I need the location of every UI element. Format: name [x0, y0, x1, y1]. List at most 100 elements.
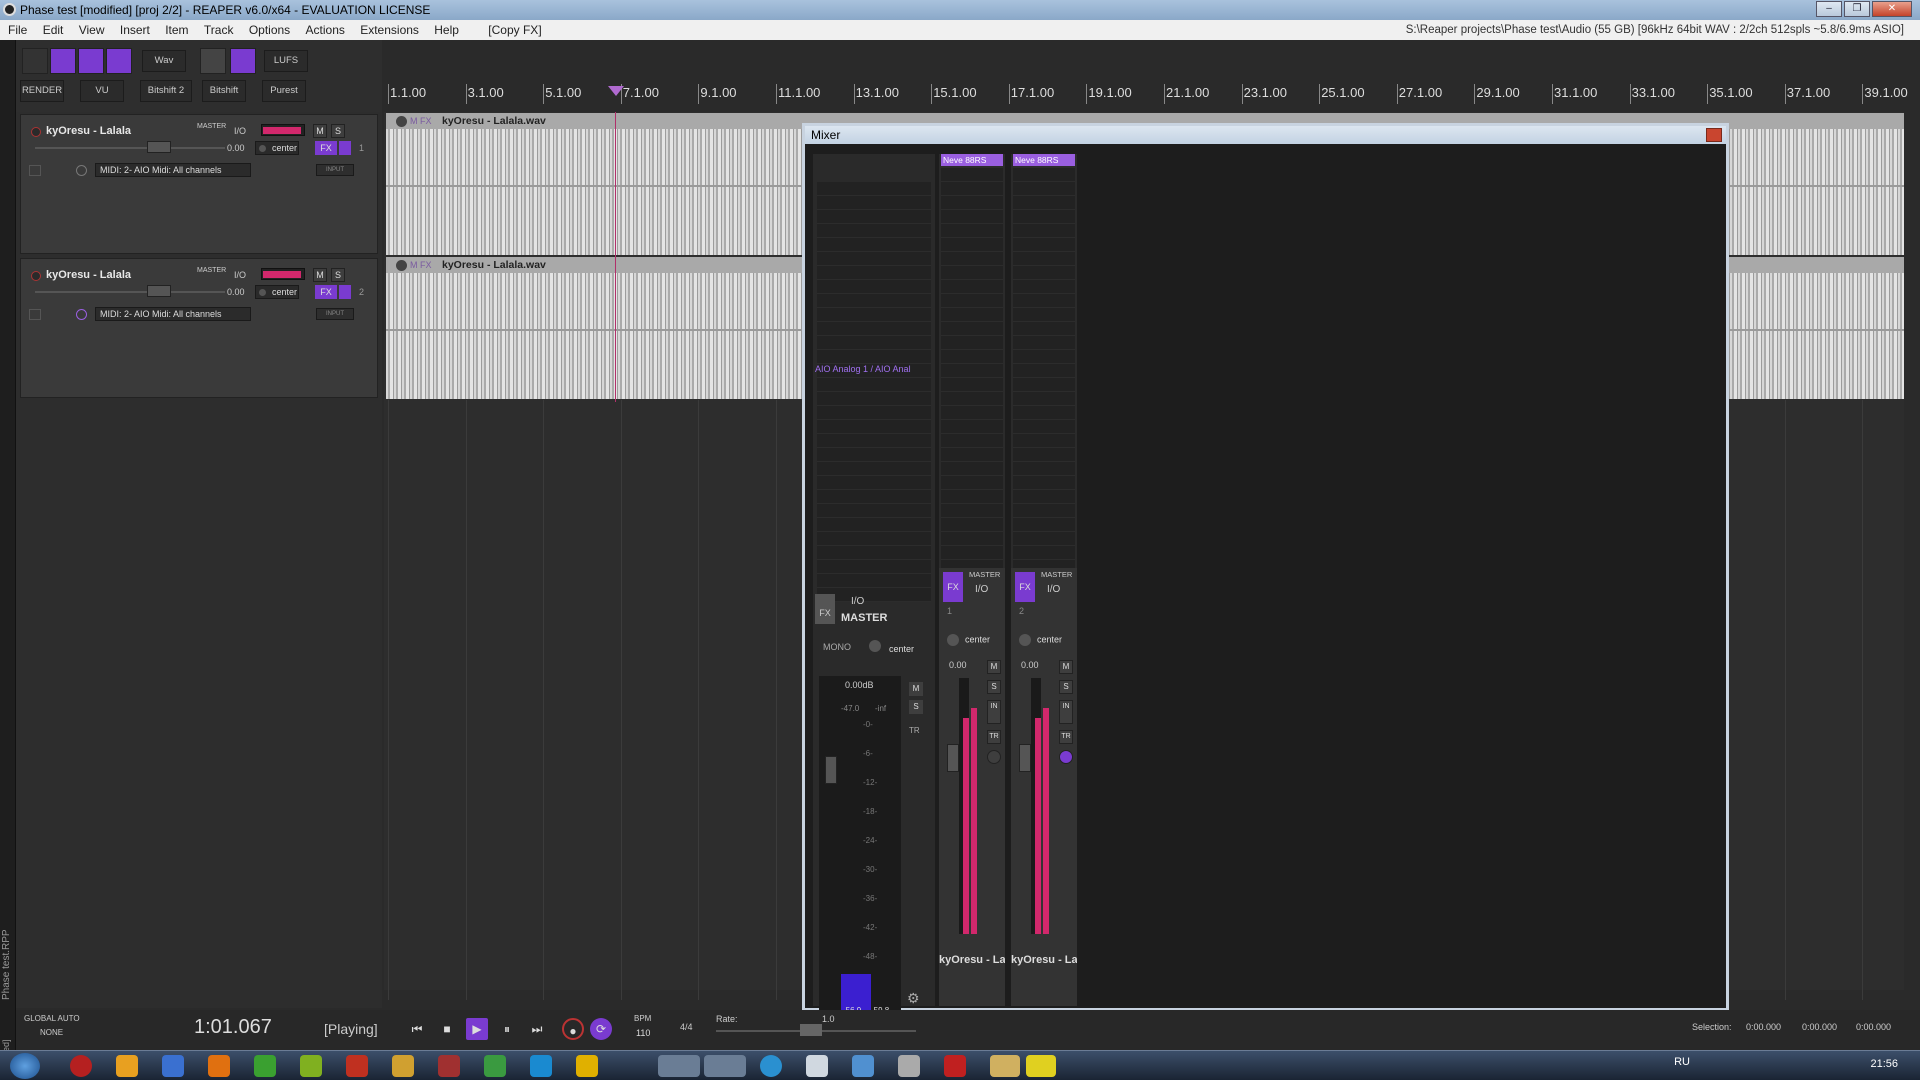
pan-knob[interactable]	[947, 634, 959, 646]
mute-button[interactable]: M	[313, 268, 327, 282]
channel-in-button[interactable]: IN	[1059, 700, 1073, 724]
mixer-title[interactable]: Mixer	[805, 126, 1726, 144]
app-icon-6[interactable]	[300, 1055, 322, 1077]
clock[interactable]: 21:56	[1870, 1058, 1898, 1070]
fx-power-icon[interactable]	[339, 285, 351, 299]
render-button[interactable]: RENDER	[20, 80, 64, 102]
stop-icon[interactable]: ■	[436, 1018, 458, 1040]
chrome-icon[interactable]	[658, 1055, 700, 1077]
mute-button[interactable]: M	[313, 124, 327, 138]
master-send-label[interactable]: MASTER	[197, 267, 226, 274]
channel-mute-button[interactable]: M	[1059, 660, 1073, 674]
track-1-header[interactable]: kyOresu - Lalala MASTER I/O M S 0.00 cen…	[20, 114, 378, 254]
grid-icon[interactable]	[22, 48, 48, 74]
fx-power-icon[interactable]	[339, 141, 351, 155]
input-button[interactable]: INPUT	[316, 308, 354, 320]
mixer-settings-icon[interactable]: ⚙	[907, 990, 925, 1008]
channel-in-button[interactable]: IN	[987, 700, 1001, 724]
channel-io-button[interactable]: I/O	[1047, 584, 1060, 595]
channel-solo-button[interactable]: S	[1059, 680, 1073, 694]
wav-button[interactable]: Wav	[142, 50, 186, 72]
color-icon[interactable]	[230, 48, 256, 74]
bitshift-button[interactable]: Bitshift	[202, 80, 246, 102]
language-indicator[interactable]: RU	[1674, 1056, 1690, 1068]
skype-icon[interactable]	[530, 1055, 552, 1077]
app-icon-2[interactable]	[116, 1055, 138, 1077]
channel-phase-icon[interactable]	[1059, 750, 1073, 764]
channel-fx-button[interactable]: FX	[1015, 572, 1035, 602]
menu-help[interactable]: Help	[434, 23, 459, 37]
repeat-icon[interactable]: ⟳	[590, 1018, 612, 1040]
menu-copy-fx[interactable]: [Copy FX]	[488, 23, 541, 37]
restore-button[interactable]: ❐	[1844, 1, 1870, 17]
channel-mute-button[interactable]: M	[987, 660, 1001, 674]
explorer-icon[interactable]	[990, 1055, 1020, 1077]
io-button[interactable]: I/O	[234, 270, 246, 280]
app-icon-3[interactable]	[162, 1055, 184, 1077]
channel-phase-icon[interactable]	[987, 750, 1001, 764]
volume-fader[interactable]	[35, 291, 225, 293]
channel-fx-slots[interactable]	[941, 168, 1003, 568]
telegram-icon[interactable]	[760, 1055, 782, 1077]
channel-pan[interactable]: center	[947, 634, 990, 646]
menu-view[interactable]: View	[79, 23, 105, 37]
automation-icon[interactable]	[29, 309, 41, 320]
channel-fx-button[interactable]: FX	[943, 572, 963, 602]
fx-button[interactable]: FX	[315, 285, 337, 299]
app-icon-16[interactable]	[852, 1055, 874, 1077]
loop-icon[interactable]	[106, 48, 132, 74]
midi-input-select[interactable]: MIDI: 2- AIO Midi: All channels	[95, 163, 251, 177]
bars-icon[interactable]	[78, 48, 104, 74]
project-tab-label[interactable]: Phase test.RPP	[1, 870, 12, 1000]
solo-button[interactable]: S	[331, 268, 345, 282]
bitshift2-button[interactable]: Bitshift 2	[140, 80, 192, 102]
close-button[interactable]: ✕	[1872, 1, 1912, 17]
record-arm-button[interactable]	[31, 127, 41, 137]
channel-fader-knob[interactable]	[1019, 744, 1031, 772]
purest-button[interactable]: Purest	[262, 80, 306, 102]
master-io-button[interactable]: I/O	[851, 596, 864, 607]
bpm-value[interactable]: 110	[636, 1028, 650, 1038]
cat-icon[interactable]	[200, 48, 226, 74]
menu-insert[interactable]: Insert	[120, 23, 150, 37]
app-icon-1[interactable]	[70, 1055, 92, 1077]
master-send-label[interactable]: MASTER	[197, 123, 226, 130]
app-icon-5[interactable]	[254, 1055, 276, 1077]
vu-button[interactable]: VU	[80, 80, 124, 102]
start-button-icon[interactable]	[10, 1053, 40, 1079]
midi-input-select[interactable]: MIDI: 2- AIO Midi: All channels	[95, 307, 251, 321]
channel-solo-button[interactable]: S	[987, 680, 1001, 694]
time-signature[interactable]: 4/4	[680, 1022, 693, 1032]
gamepad-icon[interactable]	[898, 1055, 920, 1077]
minimize-button[interactable]: –	[1816, 1, 1842, 17]
menu-track[interactable]: Track	[204, 23, 234, 37]
channel-pan[interactable]: center	[1019, 634, 1062, 646]
channel-fx-name[interactable]: Neve 88RS	[1013, 154, 1075, 166]
io-button[interactable]: I/O	[234, 126, 246, 136]
channel-master-send[interactable]: MASTER	[969, 570, 1000, 579]
master-pan-knob[interactable]	[869, 640, 881, 652]
menu-options[interactable]: Options	[249, 23, 290, 37]
master-solo-button[interactable]: S	[909, 700, 923, 714]
channel-fader-knob[interactable]	[947, 744, 959, 772]
app-icon-9[interactable]	[438, 1055, 460, 1077]
rate-value[interactable]: 1.0	[822, 1014, 835, 1024]
auto-mode-label[interactable]: NONE	[40, 1028, 63, 1037]
selection-start[interactable]: 0:00.000	[1746, 1022, 1781, 1032]
channel-io-button[interactable]: I/O	[975, 584, 988, 595]
app-icon-12[interactable]	[576, 1055, 598, 1077]
volume-fader-knob[interactable]	[147, 141, 171, 153]
solo-button[interactable]: S	[331, 124, 345, 138]
midi-input-icon[interactable]	[76, 165, 87, 176]
master-fader-knob[interactable]	[825, 756, 837, 784]
channel-master-send[interactable]: MASTER	[1041, 570, 1072, 579]
pan-control[interactable]: center	[255, 285, 299, 299]
track-name[interactable]: kyOresu - Lalala	[46, 269, 131, 281]
pause-icon[interactable]: ⏸	[496, 1018, 518, 1040]
play-icon[interactable]: ▶	[466, 1018, 488, 1040]
automation-icon[interactable]	[29, 165, 41, 176]
rate-slider-handle[interactable]	[800, 1024, 822, 1036]
master-fx-button[interactable]: FX	[815, 594, 835, 624]
track-name[interactable]: kyOresu - Lalala	[46, 125, 131, 137]
master-mute-button[interactable]: M	[909, 682, 923, 696]
